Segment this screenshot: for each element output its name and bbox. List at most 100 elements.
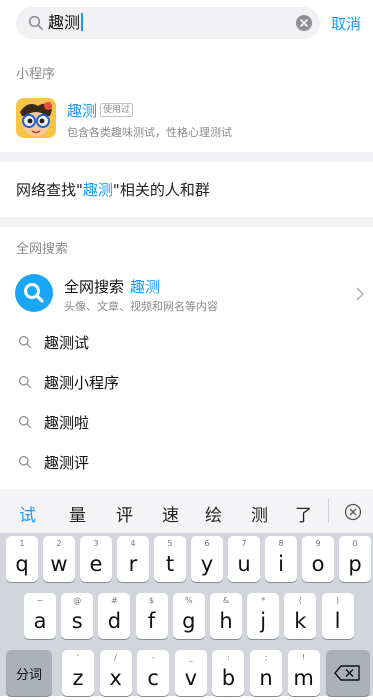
fenci-key[interactable]: 分词 [6,650,52,696]
key-letter: g [182,609,196,633]
key-k[interactable]: (k [284,593,317,639]
full-search-label: 全网搜索 [64,278,125,296]
key-f[interactable]: $ f [135,593,168,639]
suggestion-item[interactable]: 趣测小程序 [0,363,373,403]
search-icon [18,375,32,389]
candidate-bar: 试量评速绘测了 [0,489,373,533]
key-x[interactable]: / x [99,650,132,696]
key-letter: k [294,609,307,633]
key-hint: 3 [93,539,99,548]
cancel-button[interactable]: 取消 [331,13,361,34]
key-i[interactable]: 8i [265,536,297,582]
key-n[interactable]: ; n [250,650,282,696]
candidate-word[interactable]: 量 [69,501,86,526]
full-search-result[interactable]: 全网搜索 趣测 头像、文章、视频和网名等内容 [0,270,373,318]
key-w[interactable]: 2w [43,536,75,582]
key-m[interactable]: ! m [287,650,320,696]
key-hint: # [111,596,118,605]
candidate-word[interactable]: 评 [116,501,133,526]
candidate-word[interactable]: 速 [162,501,179,526]
used-badge: 使用过 [100,103,134,117]
candidate-word[interactable]: 绘 [205,501,222,526]
search-query-text: 趣测 [48,13,81,32]
full-search-title: 全网搜索 趣测 [64,276,160,297]
candidate-separator [328,499,329,523]
key-t[interactable]: 5t [154,536,186,582]
backspace-icon [334,665,360,681]
key-letter: b [221,666,236,690]
key-letter: l [334,609,341,633]
key-q[interactable]: 1q [6,536,38,582]
key-letter: y [200,552,214,576]
key-letter: i [278,552,284,576]
key-b[interactable]: :b [212,650,245,696]
key-letter: m [293,666,314,690]
key-letter: z [72,666,84,690]
mini-program-name: 趣测 [67,102,98,120]
key-hint: 4 [130,539,136,548]
search-input[interactable]: 趣测 [48,11,83,35]
key-o[interactable]: 9o [302,536,334,582]
search-icon [18,335,32,349]
key-hint: 5 [167,539,173,548]
key-letter: c [147,666,159,690]
key-hint: ~ [36,596,44,605]
key-hint: 2 [56,539,62,548]
key-hint: @ [73,596,82,605]
key-z[interactable]: ' z [62,650,94,696]
full-search-subtitle: 头像、文章、视频和网名等内容 [64,300,218,313]
key-hint: & [222,596,230,605]
key-u[interactable]: 7u [228,536,260,582]
key-letter: x [109,666,122,690]
key-letter: t [165,552,175,576]
network-find-link[interactable]: 网络查找"趣测"相关的人和群 [16,179,210,200]
key-s[interactable]: @ s [61,593,94,639]
key-hint: % [184,596,193,605]
suggestion-item[interactable]: 趣测试 [0,323,373,363]
key-hint: / [114,653,117,662]
key-letter: d [107,609,122,633]
key-hint: 6 [204,539,210,548]
collapse-candidates-icon[interactable] [344,503,362,521]
key-e[interactable]: 3e [80,536,112,582]
key-g[interactable]: % g [172,593,205,639]
key-letter: f [147,609,156,633]
key-hint: 7 [241,539,247,548]
key-hint: ! [301,653,306,662]
suggestion-item[interactable]: 趣测啦 [0,403,373,443]
key-a[interactable]: ~ a [24,593,56,639]
key-c[interactable]: -c [137,650,170,696]
search-box[interactable]: 趣测 [16,7,320,39]
full-search-keyword: 趣测 [130,278,161,296]
candidate-word[interactable]: 试 [19,501,36,526]
key-r[interactable]: 4r [117,536,149,582]
search-icon [28,15,43,30]
key-letter: v [184,666,198,690]
candidate-word[interactable]: 了 [295,501,312,526]
key-hint: 9 [315,539,321,548]
key-hint: ; [264,653,268,662]
key-d[interactable]: # d [98,593,131,639]
key-letter: a [33,609,47,633]
backspace-key[interactable] [326,650,370,696]
key-letter: r [128,552,138,576]
key-y[interactable]: 6y [191,536,223,582]
suggestion-text: 趣测小程序 [44,374,120,392]
key-hint: - [151,653,155,662]
key-hint: _ [188,653,193,662]
key-hint: 8 [278,539,284,548]
suggestion-item[interactable]: 趣测评 [0,443,373,483]
key-h[interactable]: & h [210,593,242,639]
search-icon [18,455,32,469]
key-letter: s [71,609,83,633]
suggestion-text: 趣测评 [44,454,90,472]
key-v[interactable]: _ v [174,650,207,696]
key-letter: j [260,609,267,633]
key-j[interactable]: * j [247,593,280,639]
mini-program-result[interactable]: 趣测 使用过 包含各类趣味测试，性格心理测试 [0,92,373,148]
key-p[interactable]: 0p [339,536,371,582]
candidate-word[interactable]: 测 [251,501,268,526]
key-l[interactable]: ) l [321,593,354,639]
clear-search-button[interactable] [296,15,312,31]
network-find-keyword: 趣测 [82,181,113,199]
